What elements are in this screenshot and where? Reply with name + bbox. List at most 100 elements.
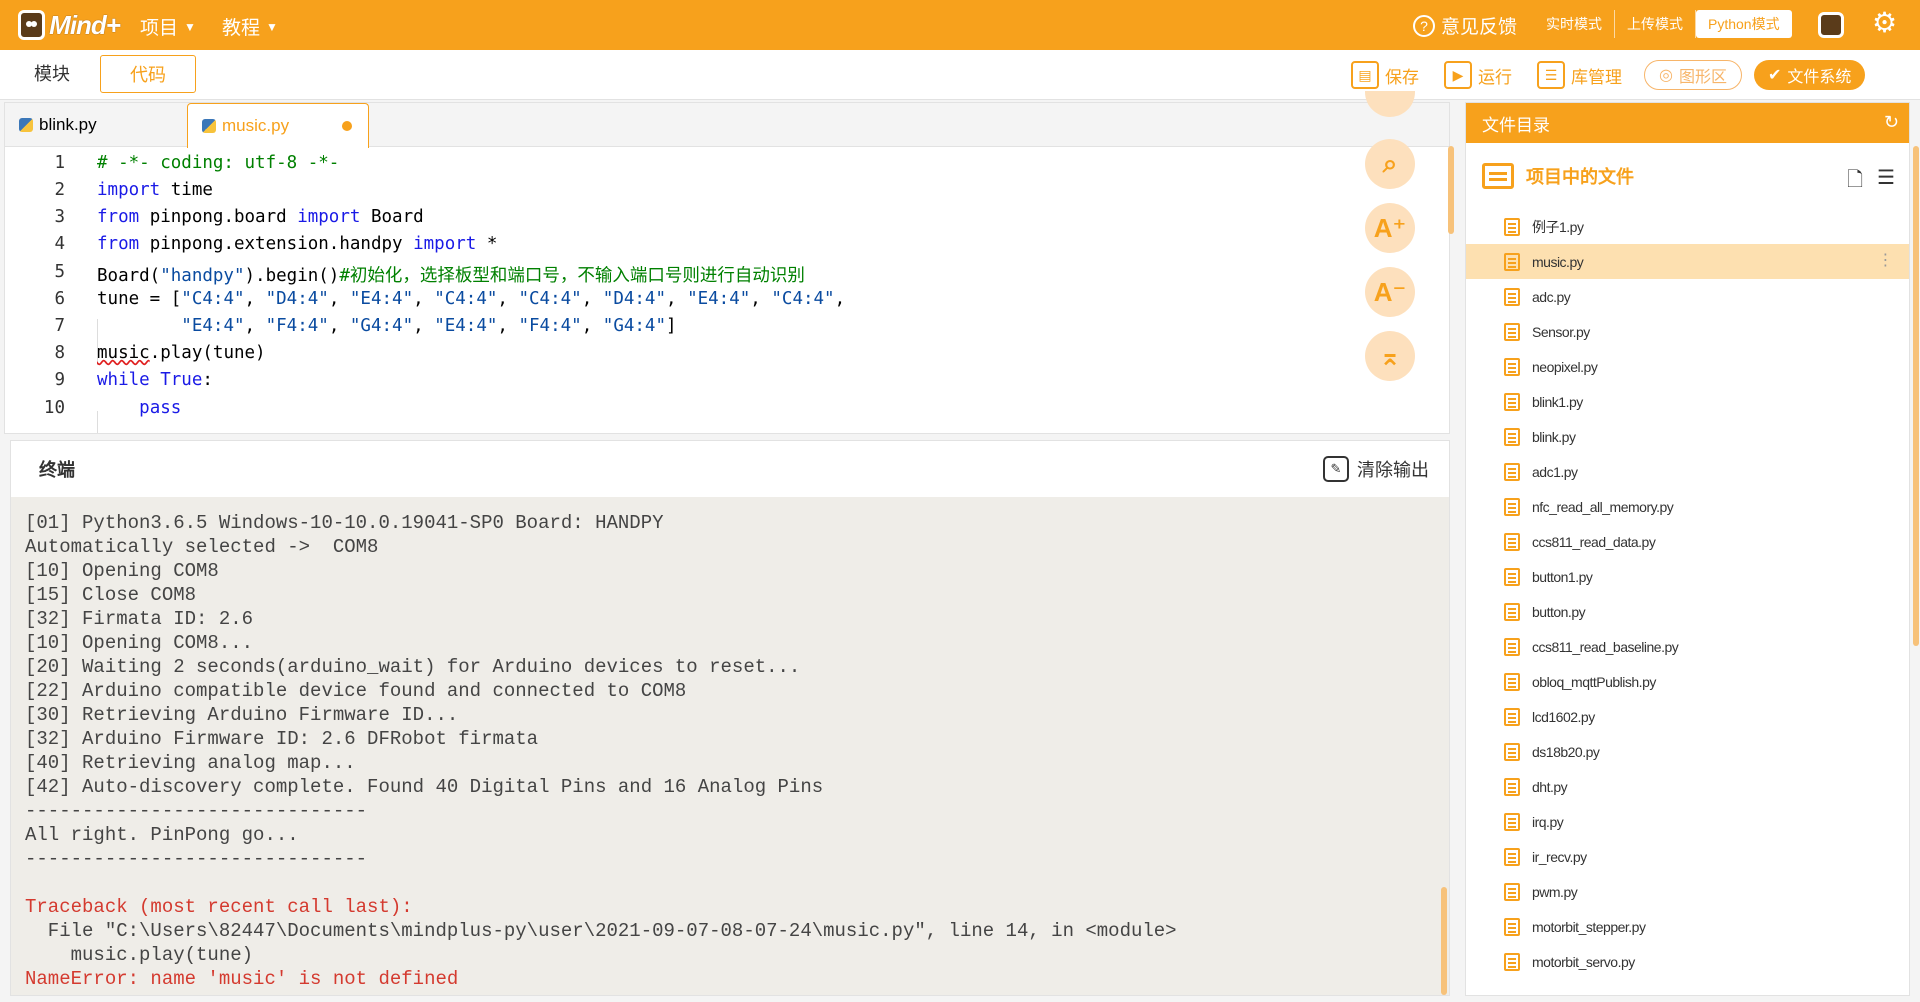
- file-item[interactable]: pwm.py: [1466, 874, 1909, 909]
- file-name: ir_recv.py: [1532, 848, 1587, 865]
- file-item[interactable]: nfc_read_all_memory.py: [1466, 489, 1909, 524]
- graphics-button[interactable]: ◎ 图形区: [1644, 60, 1742, 90]
- file-item[interactable]: button1.py: [1466, 559, 1909, 594]
- code-line: # -*- coding: utf-8 -*-: [97, 153, 340, 173]
- file-item[interactable]: lcd1602.py: [1466, 699, 1909, 734]
- terminal-line: ------------------------------: [25, 800, 368, 822]
- file-item[interactable]: blink1.py: [1466, 384, 1909, 419]
- mode-upload[interactable]: 上传模式: [1615, 10, 1696, 38]
- file-icon: [1504, 602, 1520, 621]
- menu-project[interactable]: 项目 ▼: [140, 13, 196, 40]
- terminal-line: [20] Waiting 2 seconds(arduino_wait) for…: [25, 656, 801, 678]
- terminal-error-line: NameError: name 'music' is not defined: [25, 968, 459, 990]
- gear-icon[interactable]: ⚙: [1872, 9, 1898, 37]
- code-line: import time: [97, 180, 213, 200]
- file-item[interactable]: Sensor.py: [1466, 314, 1909, 349]
- library-label: 库管理: [1571, 67, 1622, 87]
- file-name: obloq_mqttPublish.py: [1532, 673, 1656, 690]
- file-item[interactable]: ccs811_read_data.py: [1466, 524, 1909, 559]
- search-icon[interactable]: ⌕: [1365, 139, 1415, 189]
- library-button[interactable]: ☰ 库管理: [1537, 60, 1622, 90]
- file-icon: [1504, 637, 1520, 656]
- file-icon: [1504, 567, 1520, 586]
- code-editor[interactable]: blink.py music.py 1 2 3 4 5 6 7 8 9 10 #…: [4, 91, 1450, 434]
- file-item[interactable]: button.py: [1466, 594, 1909, 629]
- mode-python[interactable]: Python模式: [1696, 10, 1792, 38]
- file-icon: [1504, 462, 1520, 481]
- tab-music-py[interactable]: music.py: [187, 103, 369, 148]
- file-item[interactable]: music.py ⋮: [1466, 244, 1909, 279]
- project-actions: 🗋 ☰: [1847, 165, 1895, 199]
- file-item[interactable]: 例子1.py: [1466, 209, 1909, 244]
- terminal-title: 终端: [39, 460, 75, 480]
- menu-icon[interactable]: ☰: [1877, 165, 1895, 199]
- file-item[interactable]: irq.py: [1466, 804, 1909, 839]
- code-area[interactable]: 1 2 3 4 5 6 7 8 9 10 # -*- coding: utf-8…: [5, 149, 1445, 433]
- font-increase-icon[interactable]: A⁺: [1365, 203, 1415, 253]
- tab-code[interactable]: 代码: [100, 55, 196, 93]
- refresh-icon[interactable]: ↻: [1884, 112, 1899, 133]
- file-icon: [1504, 217, 1520, 236]
- more-icon[interactable]: ⋮: [1878, 250, 1894, 270]
- python-icon: [202, 119, 216, 133]
- mode-switch: 实时模式 上传模式 Python模式: [1534, 10, 1792, 38]
- editor-scrollbar[interactable]: [1448, 146, 1454, 234]
- editor-tabs: blink.py music.py: [5, 103, 1449, 148]
- terminal-error-line: File "C:\Users\82447\Documents\mindplus-…: [25, 920, 1177, 942]
- file-directory-panel: 文件目录 ↻ 项目中的文件 🗋 ☰ 例子1.py music.py ⋮ adc.py S…: [1465, 102, 1910, 996]
- feedback-button[interactable]: ? 意见反馈: [1413, 12, 1517, 39]
- unsaved-dot-icon: [342, 121, 352, 131]
- terminal-line: [10] Opening COM8: [25, 560, 219, 582]
- project-files-header[interactable]: 项目中的文件 🗋 ☰: [1466, 143, 1909, 209]
- terminal-output[interactable]: [01] Python3.6.5 Windows-10-10.0.19041-S…: [11, 497, 1449, 995]
- file-item[interactable]: motorbit_stepper.py: [1466, 909, 1909, 944]
- terminal-scrollbar[interactable]: [1441, 887, 1447, 995]
- code-line: from pinpong.extension.handpy import *: [97, 234, 498, 254]
- file-name: neopixel.py: [1532, 358, 1598, 375]
- scroll-top-icon[interactable]: ⌅: [1365, 331, 1415, 381]
- code-line: from pinpong.board import Board: [97, 207, 424, 227]
- file-item[interactable]: blink.py: [1466, 419, 1909, 454]
- new-file-icon[interactable]: 🗋: [1847, 165, 1863, 199]
- file-list-scrollbar[interactable]: [1913, 146, 1919, 646]
- file-icon: [1504, 392, 1520, 411]
- menu-tutorial[interactable]: 教程 ▼: [222, 13, 278, 40]
- file-item[interactable]: obloq_mqttPublish.py: [1466, 664, 1909, 699]
- file-item[interactable]: ds18b20.py: [1466, 734, 1909, 769]
- terminal-line: [32] Arduino Firmware ID: 2.6 DFRobot fi…: [25, 728, 539, 750]
- clear-output-button[interactable]: ✎ 清除输出: [1323, 456, 1429, 482]
- run-label: 运行: [1478, 67, 1512, 87]
- file-icon: [1504, 917, 1520, 936]
- terminal-line: [40] Retrieving analog map...: [25, 752, 356, 774]
- file-icon: [1504, 777, 1520, 796]
- file-item[interactable]: dht.py: [1466, 769, 1909, 804]
- file-item[interactable]: adc1.py: [1466, 454, 1909, 489]
- file-icon: [1504, 357, 1520, 376]
- check-circle-icon: ✔: [1768, 67, 1782, 84]
- line-number: 1: [54, 153, 65, 173]
- tab-blink-py[interactable]: blink.py: [5, 103, 187, 147]
- terminal-line: [01] Python3.6.5 Windows-10-10.0.19041-S…: [25, 512, 664, 534]
- file-item[interactable]: motorbit_servo.py: [1466, 944, 1909, 979]
- logo-text: Mind+: [49, 9, 121, 40]
- robot-avatar-icon[interactable]: [1818, 12, 1844, 38]
- save-button[interactable]: ▤ 保存: [1351, 60, 1419, 90]
- file-name: button1.py: [1532, 568, 1593, 585]
- tab-label: blink.py: [39, 115, 97, 134]
- app-logo[interactable]: Mind+: [18, 6, 121, 44]
- line-number: 7: [54, 316, 65, 336]
- tab-blocks[interactable]: 模块: [4, 55, 100, 93]
- file-item[interactable]: ccs811_read_baseline.py: [1466, 629, 1909, 664]
- mode-realtime[interactable]: 实时模式: [1534, 10, 1615, 38]
- code-line: music.play(tune): [97, 343, 266, 363]
- file-item[interactable]: ir_recv.py: [1466, 839, 1909, 874]
- line-number: 6: [54, 289, 65, 309]
- font-decrease-icon[interactable]: A⁻: [1365, 267, 1415, 317]
- terminal-line: [22] Arduino compatible device found and…: [25, 680, 687, 702]
- filesystem-button[interactable]: ✔ 文件系统: [1754, 60, 1866, 90]
- project-files-label: 项目中的文件: [1526, 167, 1634, 187]
- file-item[interactable]: adc.py: [1466, 279, 1909, 314]
- file-item[interactable]: neopixel.py: [1466, 349, 1909, 384]
- run-button[interactable]: ▶ 运行: [1444, 60, 1512, 90]
